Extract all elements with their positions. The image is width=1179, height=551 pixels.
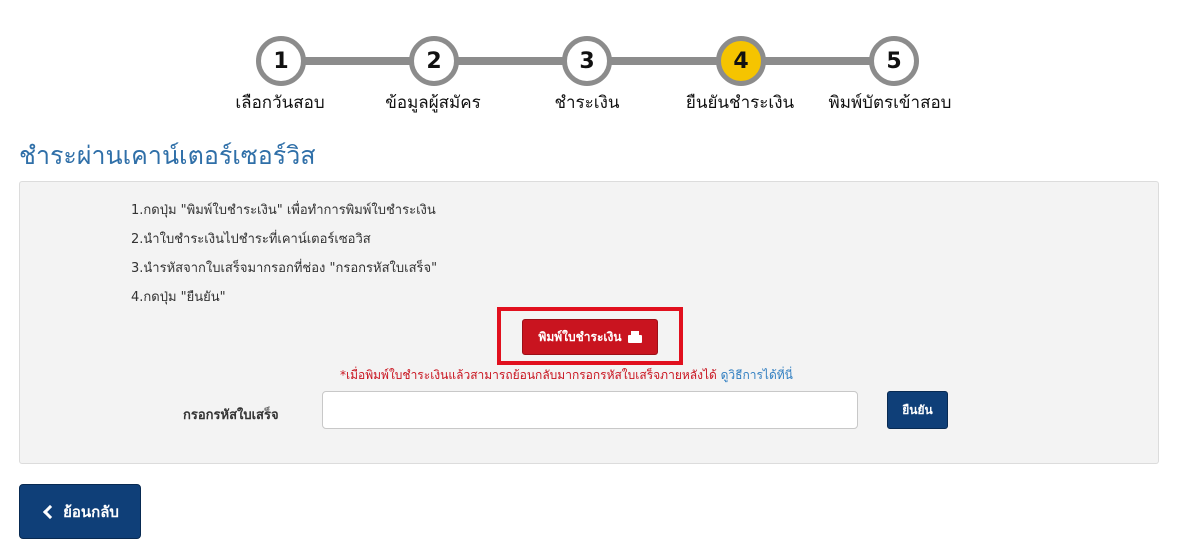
step-3-circle: 3	[562, 36, 612, 86]
printer-icon	[627, 331, 642, 343]
confirm-button[interactable]: ยืนยัน	[887, 391, 948, 429]
payment-panel: 1.กดปุ่ม "พิมพ์ใบชำระเงิน" เพื่อทำการพิม…	[19, 181, 1159, 464]
instruction-item: 2.นำใบชำระเงินไปชำระที่เคาน์เตอร์เซอวิส	[131, 232, 371, 247]
step-4-circle-active: 4	[716, 36, 766, 86]
step-4-label: ยืนยันชำระเงิน	[685, 93, 795, 113]
note-text: *เมื่อพิมพ์ใบชำระเงินแล้วสามารถย้อนกลับม…	[340, 368, 721, 382]
chevron-left-icon	[42, 504, 58, 519]
instruction-item: 1.กดปุ่ม "พิมพ์ใบชำระเงิน" เพื่อทำการพิม…	[131, 203, 436, 218]
print-button-label: พิมพ์ใบชำระเงิน	[538, 329, 622, 344]
receipt-code-label: กรอกรหัสใบเสร็จ	[183, 408, 279, 423]
step-1-label: เลือกวันสอบ	[235, 93, 325, 113]
step-connector	[458, 57, 564, 65]
step-3-label: ชำระเงิน	[554, 93, 620, 113]
step-5-label: พิมพ์บัตรเข้าสอบ	[828, 93, 952, 113]
step-2-circle: 2	[409, 36, 459, 86]
step-connector	[304, 57, 410, 65]
step-connector	[611, 57, 717, 65]
receipt-code-input[interactable]	[322, 391, 858, 429]
back-button[interactable]: ย้อนกลับ	[19, 484, 141, 539]
back-button-label: ย้อนกลับ	[63, 502, 119, 521]
step-1-circle: 1	[256, 36, 306, 86]
instruction-item: 3.นำรหัสจากใบเสร็จมากรอกที่ช่อง "กรอกรหั…	[131, 261, 438, 276]
instruction-item: 4.กดปุ่ม "ยืนยัน"	[131, 290, 226, 305]
step-2-label: ข้อมูลผู้สมัคร	[385, 93, 481, 113]
how-to-link[interactable]: ดูวิธีการได้ที่นี่	[721, 368, 793, 382]
instruction-list: 1.กดปุ่ม "พิมพ์ใบชำระเงิน" เพื่อทำการพิม…	[131, 202, 437, 318]
page-title: ชำระผ่านเคาน์เตอร์เซอร์วิส	[19, 141, 316, 170]
print-note: *เมื่อพิมพ์ใบชำระเงินแล้วสามารถย้อนกลับม…	[340, 366, 793, 385]
step-5-circle: 5	[869, 36, 919, 86]
step-connector	[764, 57, 870, 65]
print-payment-slip-button[interactable]: พิมพ์ใบชำระเงิน	[522, 319, 658, 355]
progress-stepper: 1 2 3 4 5 เลือกวันสอบ ข้อมูลผู้สมัคร ชำร…	[0, 0, 1179, 120]
